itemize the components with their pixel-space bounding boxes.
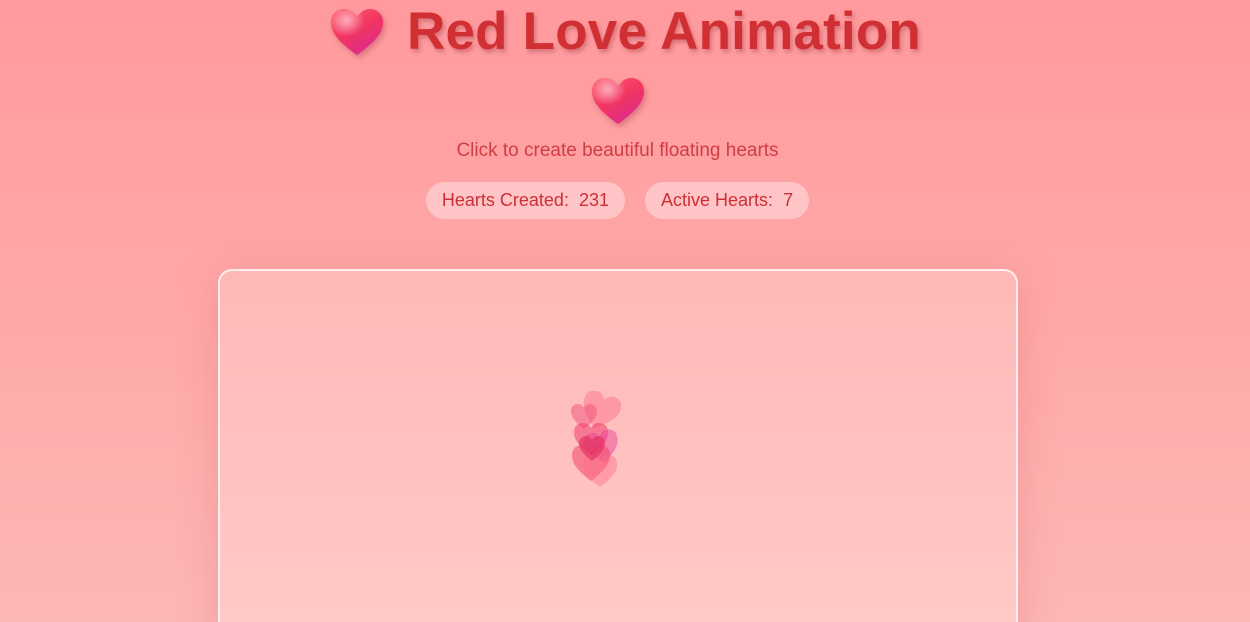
hearts-created-value: 231 bbox=[578, 190, 610, 210]
active-hearts-label: Active Hearts: bbox=[661, 190, 779, 210]
active-hearts-value: 7 bbox=[783, 190, 794, 210]
heart-icon bbox=[330, 9, 383, 55]
stats-bar: Hearts Created: 231 Active Hearts: 7 bbox=[0, 182, 1235, 219]
page-header: Red Love Animation bbox=[0, 0, 1250, 62]
hearts-created-badge: Hearts Created: 231 bbox=[425, 182, 626, 219]
active-hearts-badge: Active Hearts: 7 bbox=[645, 182, 810, 219]
heart-icon bbox=[592, 78, 644, 124]
hearts-created-label: Hearts Created: bbox=[441, 190, 574, 210]
page-title: Red Love Animation bbox=[406, 1, 921, 61]
floating-hearts bbox=[571, 391, 622, 487]
subtitle: Click to create beautiful floating heart… bbox=[456, 140, 779, 161]
heart-canvas[interactable] bbox=[218, 269, 1018, 622]
